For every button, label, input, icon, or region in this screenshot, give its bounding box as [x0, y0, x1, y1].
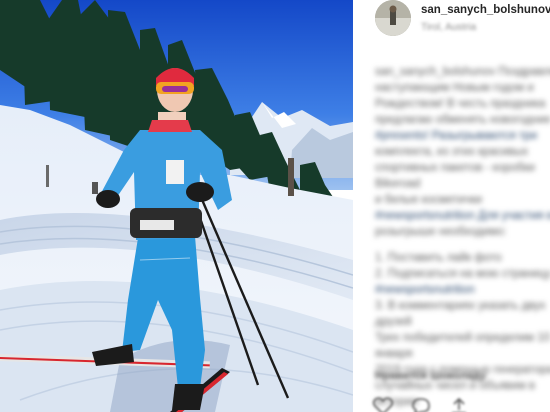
signpost-right: [288, 158, 294, 196]
caption-step: Трех победителей определим 10 января: [375, 332, 550, 360]
post-sidebar: san_sanych_bolshunov Tirol, Austria san_…: [353, 0, 550, 412]
caption-line: и белые косметички: [375, 194, 483, 206]
post-photo[interactable]: [0, 0, 353, 412]
location-link[interactable]: Tirol, Austria: [421, 22, 476, 33]
caption-step: 3. В комментариях указать двух друзей: [375, 300, 546, 328]
username-link[interactable]: san_sanych_bolshunov: [421, 4, 550, 16]
caption-line: предлагаю обменять новогодние: [375, 114, 550, 126]
caption-line: розыгрыше необходимо:: [375, 226, 507, 238]
caption-step: 2. Подписаться на мою страницу и: [375, 268, 550, 280]
post-actions: [372, 397, 493, 412]
post-caption: san_sanych_bolshunov Поздравляю с наступ…: [375, 64, 550, 412]
caption-line: Рождеством! В честь праздника: [375, 98, 546, 110]
comment-icon[interactable]: [411, 397, 431, 412]
caption-line: san_sanych_bolshunov Поздравляю с: [375, 66, 550, 78]
user-avatar[interactable]: [375, 0, 411, 36]
caption-line: комплекта, из этих красивых: [375, 146, 529, 158]
post-header: san_sanych_bolshunov Tirol, Austria: [375, 0, 550, 44]
caption-step: 1. Поставить лайк фото: [375, 252, 502, 264]
share-icon[interactable]: [449, 397, 469, 412]
caption-line: наступающим Новым годом и: [375, 82, 534, 94]
signpost-left: [46, 165, 49, 187]
heart-icon[interactable]: [372, 397, 394, 412]
caption-hashtag[interactable]: #presents! Разыгрываются три: [375, 130, 537, 142]
caption-steps: 1. Поставить лайк фото 2. Подписаться на…: [375, 250, 550, 410]
likes-count[interactable]: Нравится Шоколаду: [375, 370, 486, 382]
caption-hashtag[interactable]: #newsportsnutrition: [375, 284, 475, 296]
caption-hashtag[interactable]: #newsportsnutrition Для участия в: [375, 210, 550, 222]
skier-avatar-icon: [375, 0, 411, 36]
caption-intro: san_sanych_bolshunov Поздравляю с наступ…: [375, 64, 550, 240]
skier-photo: [0, 0, 353, 412]
caption-line: спортивных пакетов - коробки Bikeroad: [375, 162, 535, 190]
